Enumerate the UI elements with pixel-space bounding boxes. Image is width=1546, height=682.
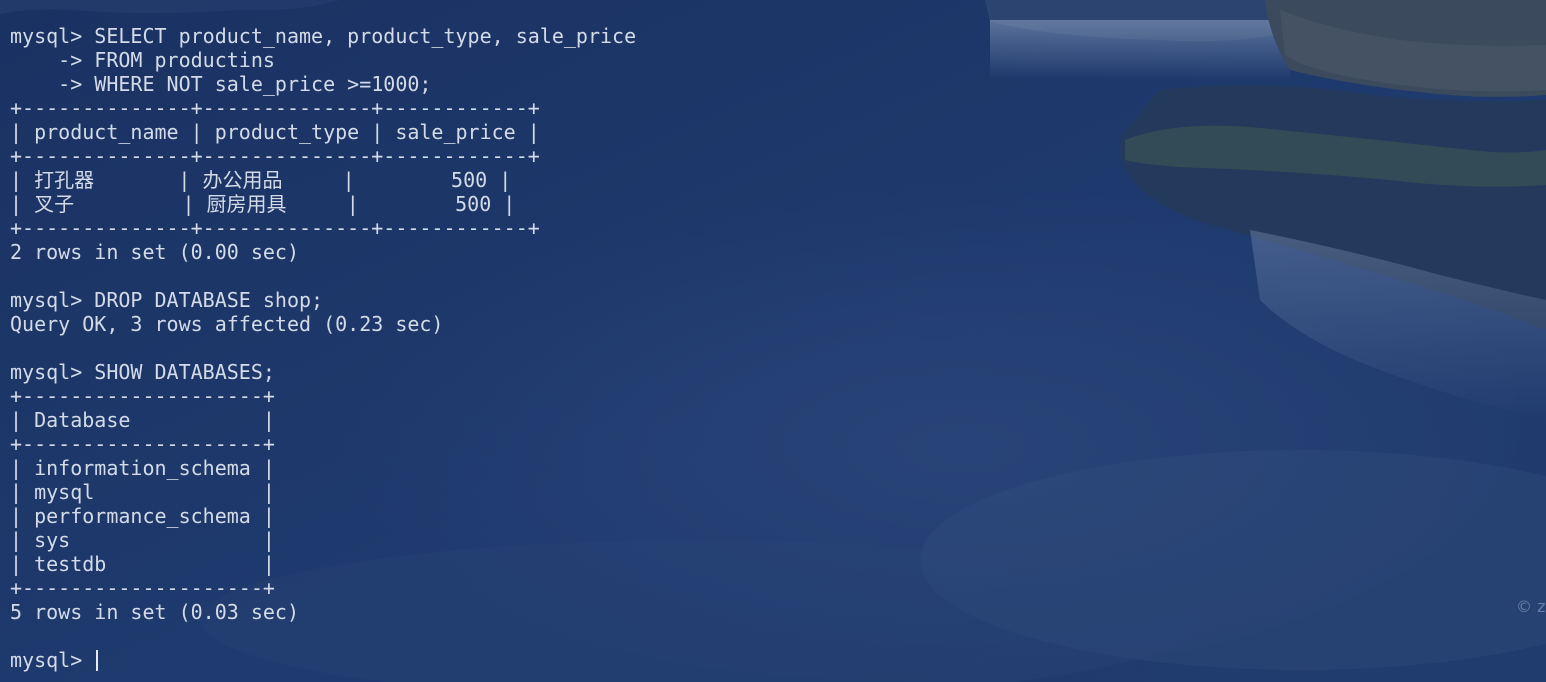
terminal-input-line[interactable]: mysql> <box>10 648 636 672</box>
table-border: +--------------+--------------+---------… <box>10 96 540 120</box>
terminal-line-continuation-where: -> WHERE NOT sale_price >=1000; <box>10 72 432 96</box>
table-header-row: | Database | <box>10 408 275 432</box>
table-row: | information_schema | <box>10 456 275 480</box>
copyright-watermark: © z <box>1516 597 1546 616</box>
terminal-line-prompt-select: mysql> SELECT product_name, product_type… <box>10 24 637 48</box>
table-row: | mysql | <box>10 480 275 504</box>
table-border: +--------------------+ <box>10 576 275 600</box>
table-border: +--------------------+ <box>10 432 275 456</box>
terminal-line-prompt-show: mysql> SHOW DATABASES; <box>10 360 275 384</box>
table-border: +--------------+--------------+---------… <box>10 216 540 240</box>
table-border: +--------------------+ <box>10 384 275 408</box>
text-cursor <box>96 650 99 671</box>
table-header-row: | product_name | product_type | sale_pri… <box>10 120 540 144</box>
table-row: | testdb | <box>10 552 275 576</box>
terminal-line-prompt-drop: mysql> DROP DATABASE shop; <box>10 288 324 312</box>
table-row: | sys | <box>10 528 275 552</box>
result-summary: 5 rows in set (0.03 sec) <box>10 600 299 624</box>
table-border: +--------------+--------------+---------… <box>10 144 540 168</box>
active-prompt: mysql> <box>10 648 95 672</box>
query-result-message: Query OK, 3 rows affected (0.23 sec) <box>10 312 444 336</box>
terminal-line-continuation-from: -> FROM productins <box>10 48 275 72</box>
table-row: | 打孔器 | 办公用品 | 500 | <box>10 168 512 192</box>
table-row: | 叉子 | 厨房用具 | 500 | <box>10 192 516 216</box>
table-row: | performance_schema | <box>10 504 275 528</box>
terminal-output[interactable]: mysql> SELECT product_name, product_type… <box>10 24 636 672</box>
result-summary: 2 rows in set (0.00 sec) <box>10 240 299 264</box>
